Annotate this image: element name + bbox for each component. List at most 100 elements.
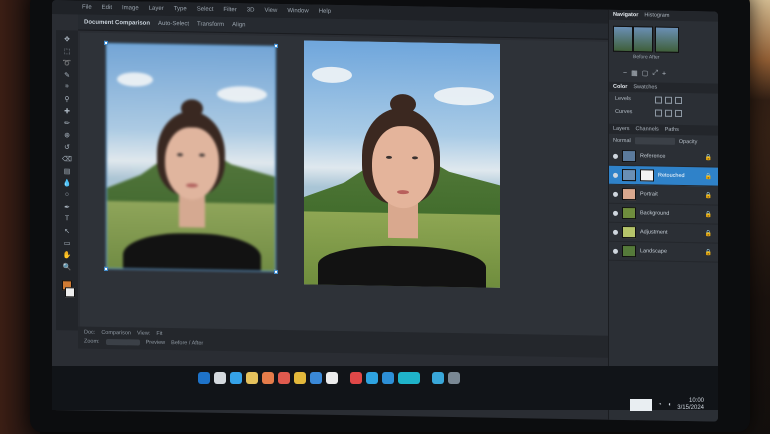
start-icon[interactable] [198, 372, 210, 384]
blur-icon[interactable]: 💧 [61, 178, 73, 187]
edge-icon[interactable] [366, 372, 378, 384]
option-field[interactable]: Align [232, 22, 245, 28]
network-icon[interactable]: ◔ [658, 402, 662, 408]
menu-item-help[interactable]: Help [319, 9, 331, 15]
layer-row[interactable]: Background 🔒 [609, 203, 718, 225]
lasso-tool-icon[interactable]: ➰ [61, 58, 73, 67]
menu-item-layer[interactable]: Layer [149, 6, 164, 12]
camera-icon[interactable] [326, 372, 338, 384]
tab-layers[interactable]: Layers [613, 126, 630, 132]
layer-mask-thumbnail[interactable] [640, 169, 654, 182]
menu-item-file[interactable]: File [82, 5, 92, 11]
move-tool-icon[interactable]: ✥ [61, 34, 73, 43]
zoom-in-icon[interactable]: + [662, 70, 666, 77]
dodge-icon[interactable]: ○ [61, 190, 73, 199]
blend-mode-select[interactable] [634, 137, 675, 145]
lock-icon[interactable]: 🔒 [705, 230, 712, 237]
lock-icon[interactable]: 🔒 [705, 211, 712, 218]
menu-item-image[interactable]: Image [122, 5, 139, 11]
frame-icon[interactable]: ▢ [642, 69, 649, 77]
visibility-eye-icon[interactable] [613, 172, 618, 178]
volume-icon[interactable]: ◖ [668, 402, 672, 408]
before-photo[interactable] [106, 42, 276, 272]
tools-icon[interactable] [448, 372, 460, 384]
photos-icon[interactable] [262, 372, 274, 384]
menu-item-filter[interactable]: Filter [223, 7, 236, 13]
tab-channels[interactable]: Channels [636, 126, 659, 132]
transform-handle[interactable] [274, 269, 278, 274]
navigator-thumb[interactable] [655, 26, 679, 53]
transform-handle[interactable] [274, 43, 278, 48]
app-icon[interactable] [398, 372, 420, 384]
tab-histogram[interactable]: Histogram [644, 12, 669, 18]
visibility-eye-icon[interactable] [613, 210, 618, 216]
hue-icon[interactable] [655, 109, 662, 117]
quick-select-icon[interactable]: ✎ [61, 70, 73, 79]
folder-icon[interactable] [294, 372, 306, 384]
healing-brush-icon[interactable]: ✚ [61, 106, 73, 115]
type-icon[interactable]: T [61, 214, 73, 223]
menu-item-view[interactable]: View [264, 8, 277, 14]
notes-icon[interactable] [246, 372, 258, 384]
tab-swatches[interactable]: Swatches [633, 84, 657, 90]
layer-row[interactable]: Retouched 🔒 [609, 165, 718, 187]
gradient-icon[interactable]: ▤ [61, 166, 73, 175]
tab-color[interactable]: Color [613, 84, 627, 90]
path-select-icon[interactable]: ↖ [61, 226, 73, 235]
visibility-eye-icon[interactable] [613, 153, 618, 159]
pen-icon[interactable]: ✒ [61, 202, 73, 211]
option-field[interactable]: Transform [197, 21, 224, 27]
document-title[interactable]: Document Comparison [84, 19, 150, 26]
navigator-thumb[interactable] [613, 25, 633, 53]
layer-row[interactable]: Portrait 🔒 [609, 184, 718, 206]
window-preview[interactable] [630, 399, 653, 411]
brush-icon[interactable]: ✏ [61, 118, 73, 127]
browser-icon[interactable] [230, 372, 242, 384]
transform-icon[interactable]: ⤢ [652, 69, 658, 77]
media-icon[interactable] [350, 372, 362, 384]
after-photo[interactable] [304, 40, 500, 288]
menu-item-select[interactable]: Select [197, 7, 214, 13]
eraser-icon[interactable]: ⌫ [61, 154, 73, 163]
crop-icon[interactable]: ⌗ [61, 82, 73, 91]
editor-icon[interactable] [432, 372, 444, 384]
menu-item-edit[interactable]: Edit [102, 5, 112, 11]
marquee-tool-icon[interactable]: ⬚ [61, 46, 73, 55]
layer-row[interactable]: Landscape 🔒 [609, 241, 718, 263]
eyedropper-icon[interactable]: ⚲ [61, 94, 73, 103]
lock-icon[interactable]: 🔒 [705, 173, 712, 180]
lock-icon[interactable]: 🔒 [705, 154, 712, 161]
tab-paths[interactable]: Paths [665, 127, 679, 133]
clock[interactable]: 10:00 3/15/2024 [677, 398, 704, 412]
visibility-eye-icon[interactable] [613, 248, 618, 254]
clone-stamp-icon[interactable]: ⊕ [61, 130, 73, 139]
files-icon[interactable] [214, 372, 226, 384]
visibility-eye-icon[interactable] [613, 229, 618, 235]
vibrance-icon[interactable] [675, 109, 682, 117]
menu-item-type[interactable]: Type [174, 6, 187, 12]
transform-handle[interactable] [104, 266, 108, 271]
balance-icon[interactable] [665, 109, 672, 117]
background-color-swatch[interactable] [65, 287, 75, 298]
menu-item-3d[interactable]: 3D [247, 7, 255, 13]
store-icon[interactable] [310, 372, 322, 384]
layer-row[interactable]: Adjustment 🔒 [609, 222, 718, 244]
hand-icon[interactable]: ✋ [61, 250, 73, 259]
transform-handle[interactable] [104, 40, 108, 45]
shape-icon[interactable]: ▭ [61, 238, 73, 247]
option-field[interactable]: Auto-Select [158, 20, 189, 27]
curves-icon[interactable] [665, 96, 672, 104]
exposure-icon[interactable] [675, 96, 682, 104]
lock-icon[interactable]: 🔒 [705, 192, 712, 199]
navigator-thumb[interactable] [633, 26, 653, 53]
grid-icon[interactable]: ▦ [631, 69, 638, 77]
menu-item-window[interactable]: Window [287, 8, 308, 14]
chat-icon[interactable] [382, 372, 394, 384]
zoom-out-icon[interactable]: − [623, 69, 627, 76]
history-brush-icon[interactable]: ↺ [61, 142, 73, 151]
levels-icon[interactable] [655, 96, 662, 104]
visibility-eye-icon[interactable] [613, 191, 618, 197]
zoom-icon[interactable]: 🔍 [61, 262, 73, 271]
mail-icon[interactable] [278, 372, 290, 384]
zoom-field[interactable] [105, 338, 140, 346]
